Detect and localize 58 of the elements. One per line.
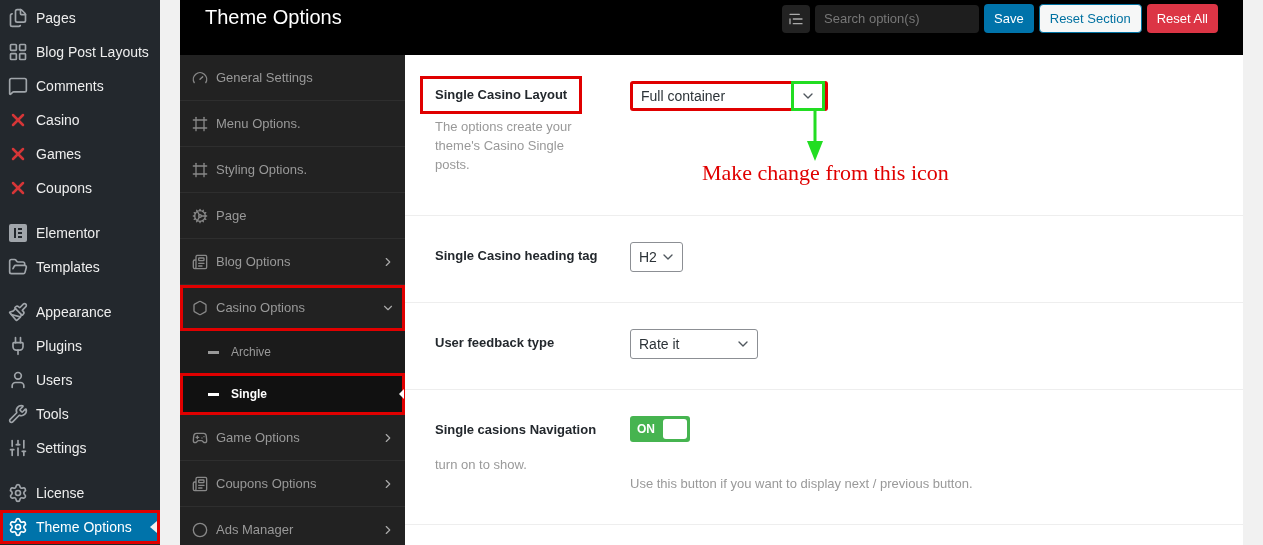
menu-item[interactable]: Blog Post Layouts <box>0 35 160 69</box>
help-text: Use this button if you want to display next / previous button. <box>630 475 973 493</box>
menu-item[interactable]: Coupons <box>0 171 160 205</box>
menu-item[interactable]: License <box>0 476 160 510</box>
menu-item[interactable]: Casino <box>0 103 160 137</box>
folder-icon <box>8 257 28 277</box>
speech-bubble-icon <box>8 76 28 96</box>
menu-item[interactable]: Comments <box>0 69 160 103</box>
frame-icon <box>192 115 208 132</box>
field-label: Single casions Navigation <box>435 421 598 439</box>
newspaper-icon <box>192 475 208 492</box>
sliders-icon <box>8 438 28 458</box>
panel-title: Theme Options <box>205 5 342 30</box>
action-button[interactable]: Reset All <box>1146 4 1218 33</box>
menu-item[interactable]: Plugins <box>0 329 160 363</box>
gears-icon <box>192 207 208 224</box>
menu-item[interactable]: Pages <box>0 1 160 35</box>
circle-icon <box>192 521 208 538</box>
menu-item[interactable]: Games <box>0 137 160 171</box>
menu-item[interactable]: Settings <box>0 431 160 465</box>
elementor-icon <box>8 223 28 243</box>
collapse-button[interactable] <box>782 4 811 33</box>
paintbrush-icon <box>8 302 28 322</box>
current-marker-icon <box>150 521 157 533</box>
menu-item[interactable]: Elementor <box>0 216 160 250</box>
frame-icon <box>192 161 208 178</box>
field-label: Single Casino heading tag <box>435 247 599 265</box>
menu-item[interactable]: Appearance <box>0 295 160 329</box>
hexagon-icon <box>192 299 208 316</box>
nav-subitem[interactable]: Archive <box>180 331 405 373</box>
field-label: Single Casino Layout <box>420 76 583 114</box>
action-button[interactable]: Reset Section <box>1038 4 1142 33</box>
dash-icon <box>208 350 219 354</box>
pages-icon <box>8 8 28 28</box>
menu-item[interactable]: Theme Options <box>0 510 160 544</box>
annotation-text: Make change from this icon <box>702 161 949 185</box>
menu-item[interactable]: Templates <box>0 250 160 284</box>
action-button[interactable]: Save <box>984 4 1034 33</box>
user-icon <box>8 370 28 390</box>
layout-icon <box>8 42 28 62</box>
newspaper-icon <box>192 253 208 270</box>
nav-subitem[interactable]: Single <box>180 373 405 415</box>
nav-item[interactable]: Casino Options <box>180 285 405 331</box>
dash-icon <box>208 392 219 396</box>
wrench-icon <box>8 404 28 424</box>
search-field[interactable]: Search option(s) <box>815 4 980 33</box>
gear-icon <box>8 483 28 503</box>
select-field[interactable]: Full container <box>630 81 828 111</box>
pointer-arrow <box>805 111 825 161</box>
field-label: User feedback type <box>435 334 556 352</box>
menu-item[interactable]: Users <box>0 363 160 397</box>
gauge-icon <box>192 69 208 86</box>
select-field[interactable]: Rate it <box>630 329 758 359</box>
select-field[interactable]: H2 <box>630 242 683 272</box>
menu-item[interactable]: Tools <box>0 397 160 431</box>
field-description: turn on to show. <box>435 455 528 474</box>
gear-icon <box>8 517 28 537</box>
field-description: The options create your theme's Casino Single posts. <box>435 117 573 174</box>
